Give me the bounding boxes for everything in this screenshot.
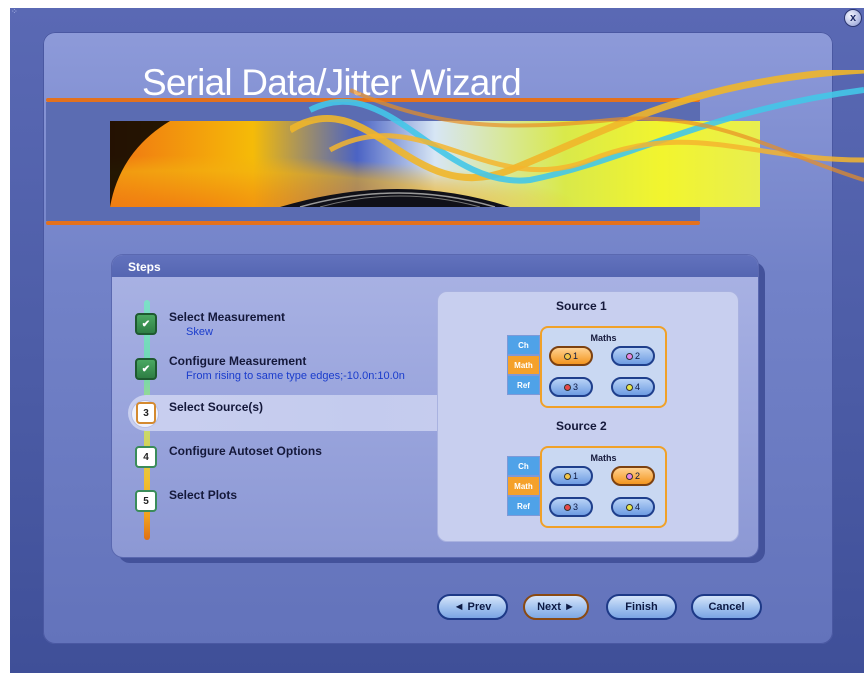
window-grip-icon: ⁘ <box>11 7 18 16</box>
source-1-title: Source 1 <box>556 299 607 313</box>
step-2-check-icon: ✔ <box>135 358 157 380</box>
source-2-math-1-label: 1 <box>572 471 578 481</box>
step-3-badge: 3 <box>136 402 156 424</box>
source-2-maths-label: Maths <box>590 453 617 463</box>
step-2-title[interactable]: Configure Measurement <box>169 354 306 368</box>
source-2-title: Source 2 <box>556 419 607 433</box>
source-2-tab-ch[interactable]: Ch <box>507 456 540 476</box>
source-1-tab-ref[interactable]: Ref <box>507 375 540 395</box>
source-2-maths-group: Maths 1 2 3 4 <box>540 446 667 528</box>
source-2-tab-ref[interactable]: Ref <box>507 496 540 516</box>
step-1-title[interactable]: Select Measurement <box>169 310 285 324</box>
source-2-math-4-button[interactable]: 4 <box>611 497 655 517</box>
source-1-math-4-button[interactable]: 4 <box>611 377 655 397</box>
step-5-badge: 5 <box>135 490 157 512</box>
step-1-check-icon: ✔ <box>135 313 157 335</box>
cancel-button[interactable]: Cancel <box>691 594 762 620</box>
source-1-tab-ch[interactable]: Ch <box>507 335 540 355</box>
source-1-math-2-button[interactable]: 2 <box>611 346 655 366</box>
source-2-math-1-dot-icon <box>563 472 571 480</box>
banner-bottom-divider <box>46 221 700 225</box>
source-2-math-2-dot-icon <box>625 472 633 480</box>
prev-button[interactable]: ◄ Prev <box>437 594 508 620</box>
next-button[interactable]: Next ► <box>523 594 589 620</box>
source-2-tabs: Ch Math Ref <box>507 456 540 516</box>
source-1-tab-math[interactable]: Math <box>507 355 540 375</box>
step-1-subtitle: Skew <box>186 326 213 338</box>
source-1-math-3-dot-icon <box>563 383 571 391</box>
close-button[interactable]: x <box>844 9 862 27</box>
wizard-title: Serial Data/Jitter Wizard <box>142 62 522 103</box>
source-2-math-3-dot-icon <box>563 503 571 511</box>
source-1-maths-label: Maths <box>590 333 617 343</box>
source-2-math-3-label: 3 <box>572 502 578 512</box>
source-2-math-1-button[interactable]: 1 <box>549 466 593 486</box>
step-3-title[interactable]: Select Source(s) <box>169 400 263 414</box>
step-5-title[interactable]: Select Plots <box>169 488 237 502</box>
close-icon: x <box>849 12 857 24</box>
source-1-math-3-label: 3 <box>572 382 578 392</box>
source-1-math-1-dot-icon <box>563 352 571 360</box>
source-1-math-2-dot-icon <box>625 352 633 360</box>
source-1-math-4-label: 4 <box>634 382 640 392</box>
source-2-math-3-button[interactable]: 3 <box>549 497 593 517</box>
step-4-badge: 4 <box>135 446 157 468</box>
steps-header: Steps <box>112 255 758 277</box>
source-2-tab-math[interactable]: Math <box>507 476 540 496</box>
banner-graphic <box>110 121 760 207</box>
source-1-math-2-label: 2 <box>634 351 640 361</box>
source-2-math-2-label: 2 <box>634 471 640 481</box>
step-4-title[interactable]: Configure Autoset Options <box>169 444 322 458</box>
step-2-subtitle: From rising to same type edges;-10.0n:10… <box>186 370 405 382</box>
source-1-maths-group: Maths 1 2 3 4 <box>540 326 667 408</box>
finish-button[interactable]: Finish <box>606 594 677 620</box>
source-1-math-4-dot-icon <box>625 383 633 391</box>
source-2-math-2-button[interactable]: 2 <box>611 466 655 486</box>
source-2-math-4-dot-icon <box>625 503 633 511</box>
source-2-math-4-label: 4 <box>634 502 640 512</box>
source-1-tabs: Ch Math Ref <box>507 335 540 395</box>
source-1-math-3-button[interactable]: 3 <box>549 377 593 397</box>
source-1-math-1-button[interactable]: 1 <box>549 346 593 366</box>
source-1-math-1-label: 1 <box>572 351 578 361</box>
